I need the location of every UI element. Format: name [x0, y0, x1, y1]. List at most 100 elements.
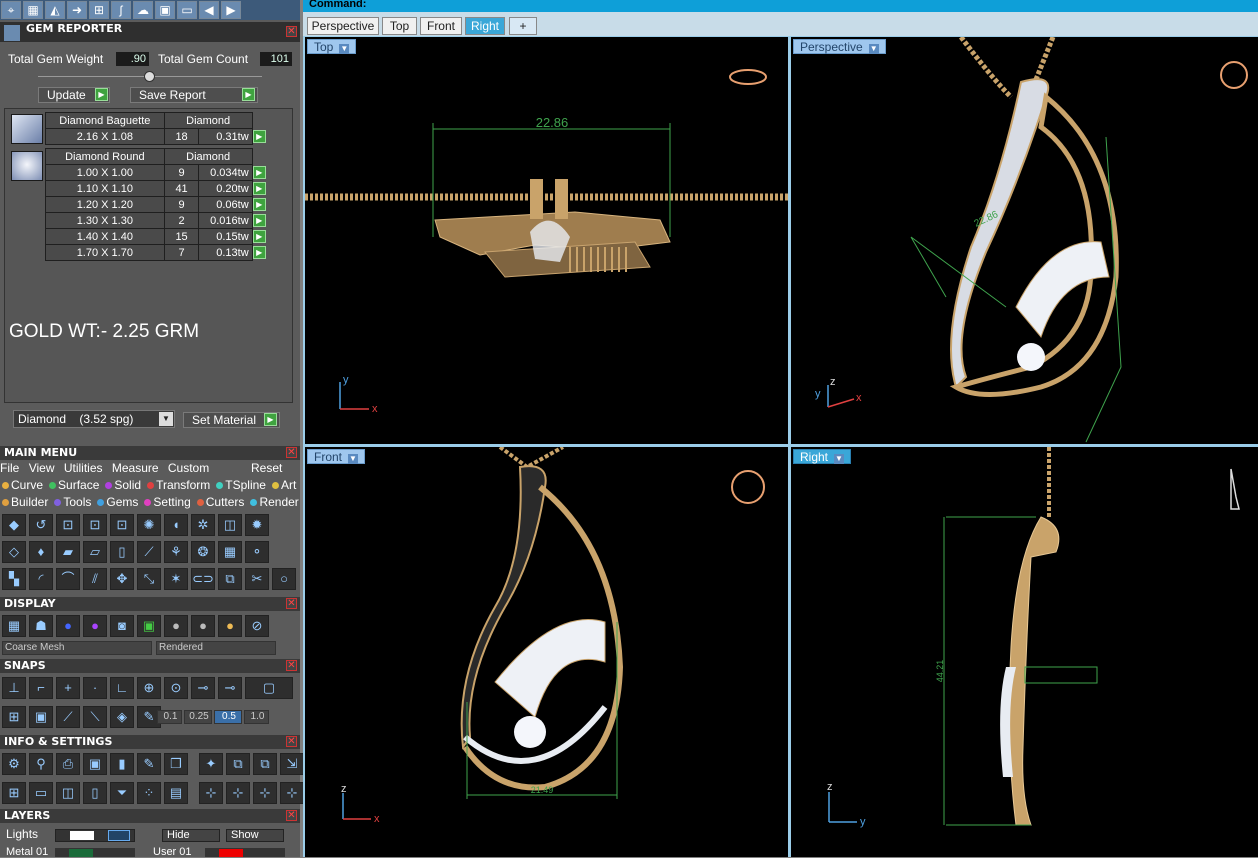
snap-value-2[interactable]: 0.5: [214, 710, 242, 724]
lights-layer-controls[interactable]: [55, 829, 135, 842]
axis1-icon[interactable]: ⊹: [199, 782, 223, 804]
command-bar[interactable]: Command:: [303, 0, 1258, 12]
tab-front[interactable]: Front: [420, 17, 462, 35]
nosphere-icon[interactable]: ⊘: [245, 615, 269, 637]
show-button[interactable]: Show: [226, 829, 284, 842]
purple-sphere-icon[interactable]: ●: [83, 615, 107, 637]
snap-value-3[interactable]: 1.0: [244, 710, 269, 724]
layers-icon[interactable]: ⧉: [226, 753, 250, 775]
viewport-front[interactable]: Front ▼ 21.49 z x: [305, 447, 788, 857]
sphere2-icon[interactable]: ●: [191, 615, 215, 637]
table-row[interactable]: 2.16 X 1.08 18 0.31tw ▶: [45, 128, 267, 145]
hide-button[interactable]: Hide: [162, 829, 220, 842]
add-tab-button[interactable]: +: [509, 17, 537, 35]
cubes-icon[interactable]: ▚: [2, 568, 26, 590]
set-material-play-icon[interactable]: ▶: [264, 413, 277, 426]
gear-icon[interactable]: ✲: [191, 514, 215, 536]
lights-toggle[interactable]: [108, 830, 130, 841]
grid-icon[interactable]: ⊞: [89, 1, 109, 19]
close-icon[interactable]: ✕: [286, 447, 297, 458]
cluster-icon[interactable]: ✺: [137, 514, 161, 536]
play-icon[interactable]: ➜: [67, 1, 87, 19]
lamp-icon[interactable]: ✦: [199, 753, 223, 775]
viewport-top[interactable]: Top ▼ 22.86 y x: [305, 37, 788, 444]
green-view-icon[interactable]: ▣: [137, 615, 161, 637]
menu-builder[interactable]: Builder: [2, 495, 48, 509]
render-view-icon[interactable]: ◙: [110, 615, 134, 637]
select-gem-icon[interactable]: ▶: [252, 198, 266, 211]
circle-icon[interactable]: ○: [272, 568, 296, 590]
ring-gem-icon[interactable]: ⚬: [245, 541, 269, 563]
table-row[interactable]: 1.10 X 1.10 41 0.20tw ▶: [45, 180, 267, 197]
reset-button[interactable]: Reset: [251, 461, 282, 475]
bend-icon[interactable]: ⌒: [56, 568, 80, 590]
axis2-icon[interactable]: ⊹: [226, 782, 250, 804]
save-report-play-icon[interactable]: ▶: [242, 88, 255, 101]
prong-icon[interactable]: ⚘: [164, 541, 188, 563]
snap-center-icon[interactable]: ⊕: [137, 677, 161, 699]
settings-icon[interactable]: ⚙: [2, 753, 26, 775]
diamond-icon[interactable]: ♦: [29, 541, 53, 563]
forward-arrow-icon[interactable]: ▶: [221, 1, 241, 19]
edit-icon[interactable]: ✎: [137, 753, 161, 775]
mirror-icon[interactable]: ⫽: [83, 568, 107, 590]
cloud-icon[interactable]: ☁: [133, 1, 153, 19]
snap-box-icon[interactable]: ▢: [245, 677, 293, 699]
book-icon[interactable]: ▯: [83, 782, 107, 804]
metal-color-swatch[interactable]: [69, 849, 93, 857]
mesh-select[interactable]: Coarse Mesh: [2, 641, 152, 655]
menu-measure[interactable]: Measure: [112, 461, 159, 475]
snap-curve-icon[interactable]: ⌐: [29, 677, 53, 699]
update-play-icon[interactable]: ▶: [95, 88, 108, 101]
viewport-perspective[interactable]: Perspective ▼ 22.86 z y x: [791, 37, 1258, 444]
close-icon[interactable]: ✕: [286, 810, 297, 821]
lock-icon[interactable]: ⊡: [56, 514, 80, 536]
cube-icon[interactable]: ❒: [164, 753, 188, 775]
close-icon[interactable]: ✕: [286, 660, 297, 671]
curve-icon[interactable]: ʃ: [111, 1, 131, 19]
open-icon[interactable]: ▭: [177, 1, 197, 19]
baguette-icon[interactable]: ▰: [56, 541, 80, 563]
spray-icon[interactable]: ✶: [164, 568, 188, 590]
round-gem-icon[interactable]: ✹: [245, 514, 269, 536]
windows-icon[interactable]: ⊞: [2, 782, 26, 804]
boolean-icon[interactable]: ⧉: [218, 568, 242, 590]
menu-tspline[interactable]: TSpline: [216, 478, 266, 492]
select-gem-icon[interactable]: ▶: [252, 166, 266, 179]
table-row[interactable]: 1.30 X 1.30 2 0.016tw ▶: [45, 212, 267, 229]
axis3-icon[interactable]: ⊹: [253, 782, 277, 804]
box-icon[interactable]: ▣: [83, 753, 107, 775]
image-icon[interactable]: ▦: [23, 1, 43, 19]
layers2-icon[interactable]: ⧉: [253, 753, 277, 775]
user-layer-label[interactable]: User 01: [153, 846, 192, 858]
sphere1-icon[interactable]: ●: [164, 615, 188, 637]
move-icon[interactable]: ✥: [110, 568, 134, 590]
snap-value-1[interactable]: 0.25: [184, 710, 212, 724]
perspective-icon[interactable]: ◭: [45, 1, 65, 19]
lock2-icon[interactable]: ⊡: [83, 514, 107, 536]
render-select[interactable]: Rendered: [156, 641, 276, 655]
tab-top[interactable]: Top: [382, 17, 417, 35]
lights-color-swatch[interactable]: [70, 831, 94, 840]
axis4-icon[interactable]: ⊹: [280, 782, 304, 804]
table-row[interactable]: 1.20 X 1.20 9 0.06tw ▶: [45, 196, 267, 213]
menu-render[interactable]: Render: [250, 495, 299, 509]
tab-perspective[interactable]: Perspective: [307, 17, 379, 35]
viewport-right[interactable]: Right ▼ 44.21 z y: [791, 447, 1258, 857]
cube-snap-icon[interactable]: ▣: [29, 706, 53, 728]
snap-value-0[interactable]: 0.1: [157, 710, 182, 724]
snap-mid-icon[interactable]: ⊸: [191, 677, 215, 699]
select-gem-icon[interactable]: ▶: [252, 246, 266, 259]
user-color-swatch[interactable]: [219, 849, 243, 857]
scissors-icon[interactable]: ✂: [245, 568, 269, 590]
pave-icon[interactable]: ◇: [2, 541, 26, 563]
select-gem-icon[interactable]: ▶: [252, 230, 266, 243]
menu-tools[interactable]: Tools: [54, 495, 91, 509]
snap-end-icon[interactable]: ⊥: [2, 677, 26, 699]
close-icon[interactable]: ✕: [286, 598, 297, 609]
search-icon[interactable]: ⚲: [29, 753, 53, 775]
snap-circle-icon[interactable]: ⊙: [164, 677, 188, 699]
menu-setting[interactable]: Setting: [144, 495, 191, 509]
slider-handle[interactable]: [144, 71, 155, 82]
pear-icon[interactable]: ◖: [164, 514, 188, 536]
